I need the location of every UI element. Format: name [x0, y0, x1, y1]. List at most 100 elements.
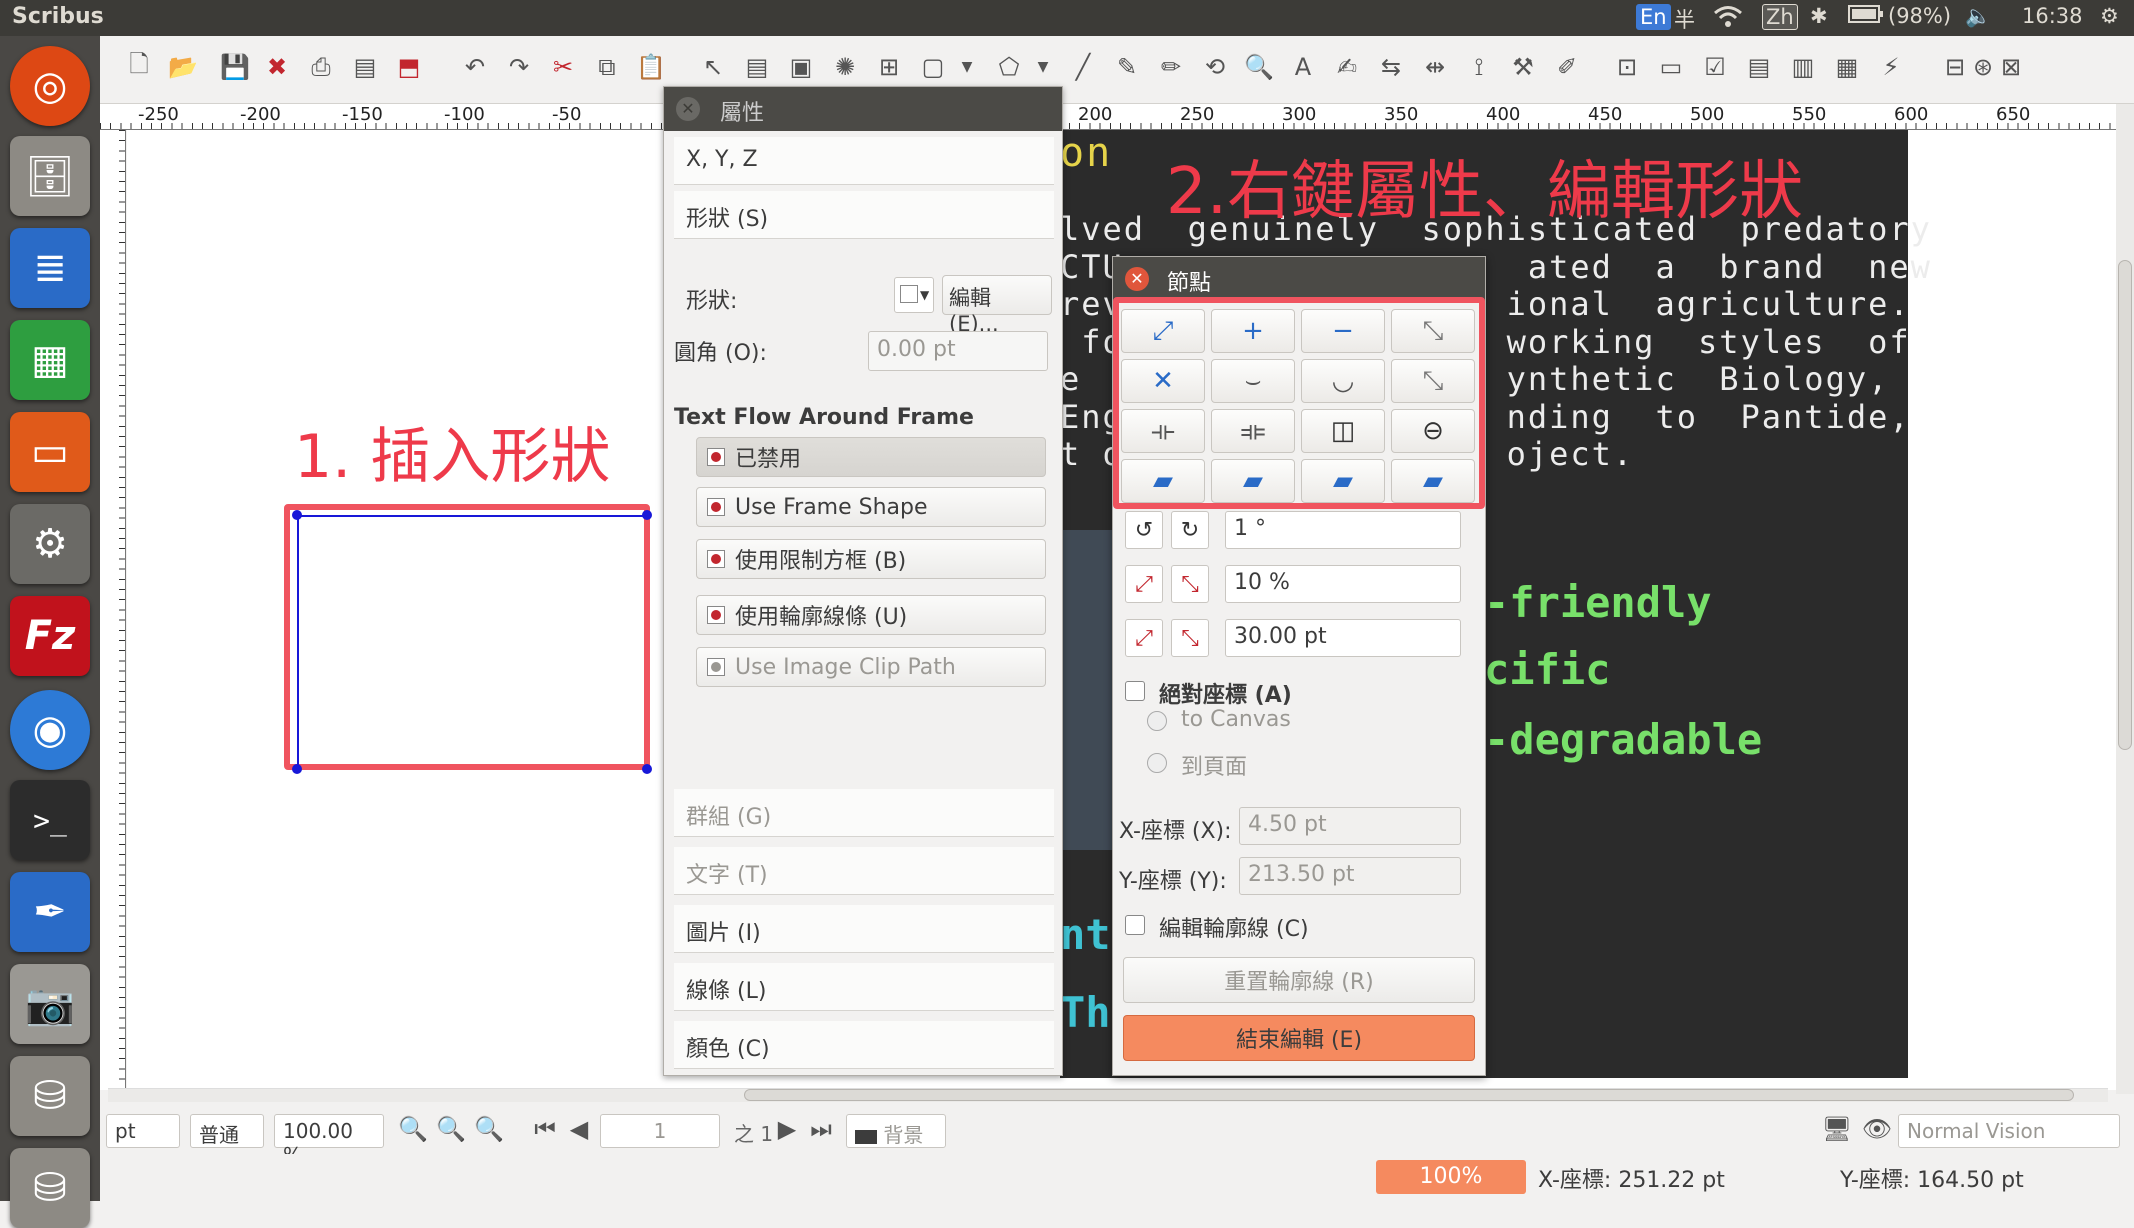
text-annotation-icon[interactable]: ▦ [1830, 50, 1864, 84]
absolute-coords-checkbox[interactable] [1125, 681, 1145, 701]
flow-disabled-option[interactable]: 已禁用 [696, 437, 1046, 477]
close-icon[interactable]: ✕ [676, 97, 700, 121]
keyboard-layout-indicator[interactable]: En [1636, 4, 1671, 30]
link-annotation-icon[interactable]: ⚡ [1874, 50, 1908, 84]
previous-page-icon[interactable]: ◀ [562, 1112, 596, 1146]
rotate-ccw-icon[interactable]: ↺ [1125, 511, 1163, 549]
edit-shape-button[interactable]: 編輯 (E)... [942, 275, 1052, 336]
redo-icon[interactable]: ↷ [502, 50, 536, 84]
save-icon[interactable]: 💾 [218, 50, 252, 84]
nodes-titlebar[interactable]: ✕ 節點 [1113, 257, 1485, 301]
clock[interactable]: 16:38 [2022, 4, 2083, 28]
pdf-checkbox-icon[interactable]: ☑ [1698, 50, 1732, 84]
zoom-100-icon[interactable]: 🔍 [434, 1112, 468, 1146]
pdf-listbox-icon[interactable]: ▥ [1786, 50, 1820, 84]
copy-properties-icon[interactable]: ⚒ [1506, 50, 1540, 84]
scale-size-field[interactable]: 30.00 pt [1225, 619, 1461, 657]
section-line[interactable]: 線條 (L) [674, 963, 1054, 1011]
wifi-icon[interactable] [1713, 4, 1743, 35]
removable-drive-icon[interactable]: ⛁ [10, 1148, 90, 1228]
section-shape[interactable]: 形狀 (S) [674, 191, 1054, 239]
half-width-indicator[interactable]: 半 [1674, 4, 1695, 34]
edit-text-icon[interactable]: ✍ [1330, 50, 1364, 84]
pdf-button-icon[interactable]: ⊡ [1610, 50, 1644, 84]
rotate-angle-field[interactable]: 1 ° [1225, 511, 1461, 549]
edit-contents-icon[interactable]: A [1286, 50, 1320, 84]
view-mode-select[interactable]: 普通 [190, 1114, 264, 1148]
scribus-icon[interactable]: ✒ [10, 872, 90, 952]
cut-icon[interactable]: ✂ [546, 50, 580, 84]
horizontal-scroll-thumb[interactable] [744, 1089, 2074, 1101]
volume-icon[interactable]: 🔈 [1965, 4, 1991, 29]
files-icon[interactable]: 🗄 [10, 136, 90, 216]
export-pdf-icon[interactable]: ⬒ [392, 50, 426, 84]
inserted-shape[interactable] [297, 515, 647, 770]
shape-dropdown[interactable]: ▼ [894, 277, 934, 313]
freehand-tool-icon[interactable]: ✏ [1154, 50, 1188, 84]
table-icon[interactable]: ⊞ [872, 50, 906, 84]
vertical-scroll-thumb[interactable] [2118, 260, 2132, 750]
preview-mode-icon[interactable]: 🖥 [1820, 1112, 1854, 1146]
edit-contour-checkbox[interactable] [1125, 915, 1145, 935]
pdf-combobox-icon[interactable]: ▤ [1742, 50, 1776, 84]
pdf-textfield-icon[interactable]: ▭ [1654, 50, 1688, 84]
chromium-icon[interactable]: ◉ [10, 690, 90, 770]
new-document-icon[interactable]: 🗋 [122, 50, 156, 84]
paste-icon[interactable]: 📋 [634, 50, 668, 84]
shrink-size-icon[interactable]: ⤡ [1171, 619, 1209, 657]
drive-icon[interactable]: ⛁ [10, 1056, 90, 1136]
shape-tool-icon[interactable]: ▢ [916, 50, 950, 84]
text-frame-icon[interactable]: ▤ [740, 50, 774, 84]
input-method-indicator[interactable]: Zh [1762, 4, 1798, 30]
battery-icon[interactable] [1848, 4, 1884, 29]
zoom-tool-icon[interactable]: 🔍 [1242, 50, 1276, 84]
terminal-icon[interactable]: >_ [10, 780, 90, 860]
enlarge-percent-icon[interactable]: ⤢ [1125, 565, 1163, 603]
corner-radius-field[interactable]: 0.00 pt [868, 331, 1048, 371]
unlink-frames-icon[interactable]: ⇹ [1418, 50, 1452, 84]
section-xyz[interactable]: X, Y, Z [674, 137, 1054, 185]
enlarge-size-icon[interactable]: ⤢ [1125, 619, 1163, 657]
section-color[interactable]: 顏色 (C) [674, 1021, 1054, 1069]
shape-dropdown-icon[interactable]: ▼ [950, 50, 984, 84]
undo-icon[interactable]: ↶ [458, 50, 492, 84]
filezilla-icon[interactable]: Fz [10, 596, 90, 676]
shape-node-handle[interactable] [642, 764, 652, 774]
layer-select[interactable]: 背景 [846, 1114, 946, 1148]
ubuntu-dash-icon[interactable]: ◎ [10, 46, 90, 126]
shrink-percent-icon[interactable]: ⤡ [1171, 565, 1209, 603]
shape-node-handle[interactable] [642, 510, 652, 520]
first-page-icon[interactable]: ⏮ [528, 1112, 562, 1146]
properties-titlebar[interactable]: ✕ 屬性 [664, 87, 1062, 131]
close-icon[interactable]: ✕ [1125, 267, 1149, 291]
flow-frame-shape-option[interactable]: Use Frame Shape [696, 487, 1046, 527]
unit-select[interactable]: pt [106, 1114, 180, 1148]
select-tool-icon[interactable]: ↖ [696, 50, 730, 84]
zoom-out-icon[interactable]: 🔍 [396, 1112, 430, 1146]
screenshot-camera-icon[interactable]: 📷 [10, 964, 90, 1044]
copy-icon[interactable]: ⧉ [590, 50, 624, 84]
zoom-in-icon[interactable]: 🔍 [472, 1112, 506, 1146]
line-tool-icon[interactable]: ╱ [1066, 50, 1100, 84]
vision-select[interactable]: Normal Vision [1898, 1114, 2120, 1148]
end-edit-button[interactable]: 結束編輯 (E) [1123, 1015, 1475, 1061]
bluetooth-icon[interactable]: ✱ [1810, 4, 1828, 28]
shape-node-handle[interactable] [292, 510, 302, 520]
settings-gear-icon[interactable]: ⚙ [2100, 4, 2119, 28]
vertical-ruler[interactable] [100, 130, 126, 1090]
flow-contour-line-option[interactable]: 使用輪廓線條 (U) [696, 595, 1046, 635]
rotate-cw-icon[interactable]: ↻ [1171, 511, 1209, 549]
scale-percent-field[interactable]: 10 % [1225, 565, 1461, 603]
render-frame-icon[interactable]: ✺ [828, 50, 862, 84]
bezier-tool-icon[interactable]: ✎ [1110, 50, 1144, 84]
shape-node-handle[interactable] [292, 764, 302, 774]
calc-icon[interactable]: ▦ [10, 320, 90, 400]
polygon-dropdown-icon[interactable]: ▼ [1026, 50, 1060, 84]
rotate-tool-icon[interactable]: ⟲ [1198, 50, 1232, 84]
visual-appearance-icon[interactable]: 👁 [1860, 1112, 1894, 1146]
writer-icon[interactable]: ≣ [10, 228, 90, 308]
section-image[interactable]: 圖片 (I) [674, 905, 1054, 953]
flow-bounding-box-option[interactable]: 使用限制方框 (B) [696, 539, 1046, 579]
close-document-icon[interactable]: ✖ [260, 50, 294, 84]
measure-icon[interactable]: ⟟ [1462, 50, 1496, 84]
